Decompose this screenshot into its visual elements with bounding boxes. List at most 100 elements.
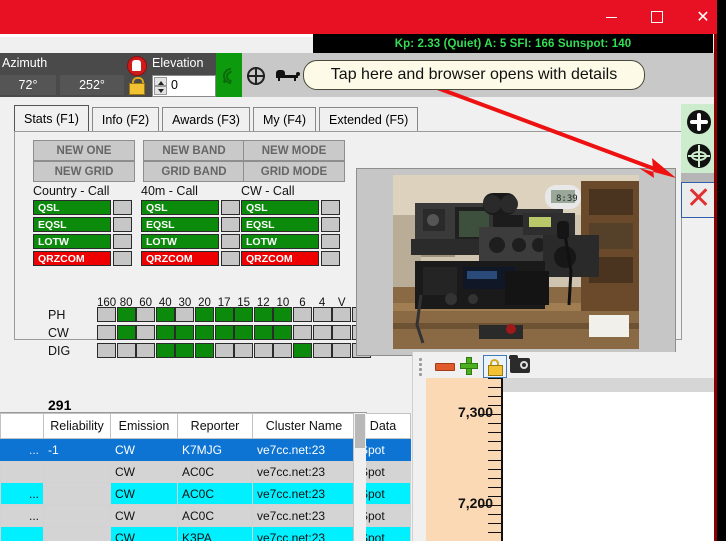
elevation-stepper[interactable]: 0 bbox=[152, 75, 216, 97]
award-bar[interactable]: QRZCOM bbox=[241, 251, 319, 266]
table-row[interactable]: ... -1 CW K7MJG ve7cc.net:23 Spot bbox=[0, 438, 411, 461]
col-header-reporter[interactable]: Reporter bbox=[177, 413, 253, 439]
award-row[interactable]: QSL bbox=[241, 200, 341, 215]
tab-awards[interactable]: Awards (F3) bbox=[162, 107, 250, 132]
award-bar[interactable]: LOTW bbox=[141, 234, 219, 249]
cell-reporter[interactable]: AC0C bbox=[177, 504, 253, 527]
band-mode-cell[interactable] bbox=[97, 343, 116, 358]
band-mode-cell[interactable] bbox=[116, 343, 136, 358]
award-row[interactable]: LOTW bbox=[33, 234, 133, 249]
new-one-button[interactable]: NEW ONE bbox=[33, 140, 135, 161]
band-mode-cell[interactable] bbox=[234, 325, 254, 340]
band-mode-cell[interactable] bbox=[253, 325, 273, 340]
band-mode-cell[interactable] bbox=[312, 343, 332, 358]
tab-stats[interactable]: Stats (F1) bbox=[14, 105, 89, 132]
award-bar[interactable]: QSL bbox=[33, 200, 111, 215]
table-scrollbar-thumb[interactable] bbox=[355, 414, 365, 448]
plus-icon[interactable] bbox=[460, 357, 478, 375]
band-mode-cell[interactable] bbox=[293, 307, 312, 322]
col-header-blank[interactable] bbox=[0, 413, 44, 439]
band-mode-cell[interactable] bbox=[332, 343, 352, 358]
delete-button[interactable]: ✕ bbox=[681, 182, 718, 218]
band-mode-cell[interactable] bbox=[116, 325, 136, 340]
award-bar[interactable]: EQSL bbox=[33, 217, 111, 232]
minimize-button[interactable] bbox=[588, 0, 634, 34]
maximize-button[interactable] bbox=[634, 0, 680, 34]
cell-reporter[interactable]: K7MJG bbox=[177, 438, 253, 461]
cell-reporter[interactable]: AC0C bbox=[177, 460, 253, 483]
award-square[interactable] bbox=[321, 217, 340, 232]
award-square[interactable] bbox=[113, 234, 132, 249]
station-photo-frame[interactable]: 8:39 bbox=[356, 168, 676, 356]
band-mode-cell[interactable] bbox=[273, 307, 293, 322]
band-mode-cell[interactable] bbox=[273, 325, 293, 340]
award-bar[interactable]: EQSL bbox=[141, 217, 219, 232]
tab-my[interactable]: My (F4) bbox=[252, 107, 317, 132]
award-square[interactable] bbox=[221, 217, 240, 232]
solar-data-strip[interactable]: Kp: 2.33 (Quiet) A: 5 SFI: 166 Sunspot: … bbox=[313, 34, 713, 53]
award-row[interactable]: QSL bbox=[141, 200, 241, 215]
col-header-emission[interactable]: Emission bbox=[110, 413, 178, 439]
band-mode-cell[interactable] bbox=[155, 325, 175, 340]
col-header-cluster[interactable]: Cluster Name bbox=[252, 413, 356, 439]
ham-radio-shack-photo[interactable]: 8:39 bbox=[393, 175, 639, 349]
band-mode-cell[interactable] bbox=[97, 325, 116, 340]
padlock-icon[interactable] bbox=[128, 77, 145, 95]
stepper-up-icon[interactable] bbox=[154, 77, 167, 86]
band-mode-cell[interactable] bbox=[273, 343, 293, 358]
cell-emission[interactable]: CW bbox=[110, 438, 178, 461]
band-mode-cell[interactable] bbox=[234, 307, 254, 322]
award-square[interactable] bbox=[113, 200, 132, 215]
award-row[interactable]: LOTW bbox=[241, 234, 341, 249]
cell-reliability[interactable] bbox=[43, 482, 111, 505]
band-mode-cell[interactable] bbox=[136, 325, 156, 340]
cell-reporter[interactable]: AC0C bbox=[177, 482, 253, 505]
azimuth-value-current[interactable]: 72° bbox=[0, 75, 56, 95]
lock-icon[interactable] bbox=[483, 355, 507, 378]
band-mode-cell[interactable] bbox=[155, 307, 175, 322]
cell-reliability[interactable] bbox=[43, 504, 111, 527]
band-mode-cell[interactable] bbox=[97, 307, 116, 322]
new-band-button[interactable]: NEW BAND bbox=[143, 140, 245, 161]
cell-reliability[interactable] bbox=[43, 460, 111, 483]
cell-reliability[interactable]: -1 bbox=[43, 438, 111, 461]
award-bar[interactable]: EQSL bbox=[241, 217, 319, 232]
award-square[interactable] bbox=[321, 251, 340, 266]
band-mode-cell[interactable] bbox=[234, 343, 254, 358]
band-mode-cell[interactable] bbox=[136, 307, 156, 322]
stop-hand-icon[interactable] bbox=[127, 56, 147, 76]
band-mode-cell[interactable] bbox=[116, 307, 136, 322]
award-square[interactable] bbox=[113, 251, 132, 266]
band-mode-cell[interactable] bbox=[175, 307, 195, 322]
award-bar[interactable]: LOTW bbox=[33, 234, 111, 249]
band-mode-cell[interactable] bbox=[312, 325, 332, 340]
award-row[interactable]: QSL bbox=[33, 200, 133, 215]
award-square[interactable] bbox=[221, 200, 240, 215]
globe-icon[interactable] bbox=[247, 67, 265, 85]
cell-cluster[interactable]: ve7cc.net:23 bbox=[252, 438, 356, 461]
award-bar[interactable]: LOTW bbox=[241, 234, 319, 249]
add-compass-button[interactable] bbox=[681, 104, 716, 139]
award-square[interactable] bbox=[113, 217, 132, 232]
open-browser-button[interactable] bbox=[681, 138, 716, 173]
band-mode-cell[interactable] bbox=[293, 343, 312, 358]
award-row[interactable]: EQSL bbox=[33, 217, 133, 232]
band-mode-cell[interactable] bbox=[332, 307, 352, 322]
stepper-down-icon[interactable] bbox=[154, 86, 167, 95]
band-mode-cell[interactable] bbox=[195, 307, 214, 322]
cell-reliability[interactable] bbox=[43, 526, 111, 541]
table-row[interactable]: ... CW AC0C ve7cc.net:23 Spot bbox=[0, 504, 411, 527]
toolbar-grip[interactable] bbox=[419, 358, 422, 376]
grid-band-button[interactable]: GRID BAND bbox=[143, 161, 245, 182]
cell-reporter[interactable]: K3PA bbox=[177, 526, 253, 541]
band-mode-cell[interactable] bbox=[214, 343, 234, 358]
cell-dots[interactable] bbox=[0, 460, 44, 483]
band-mode-cell[interactable] bbox=[195, 325, 214, 340]
award-square[interactable] bbox=[321, 234, 340, 249]
cell-emission[interactable]: CW bbox=[110, 526, 178, 541]
band-mode-cell[interactable] bbox=[312, 307, 332, 322]
cell-emission[interactable]: CW bbox=[110, 460, 178, 483]
cell-emission[interactable]: CW bbox=[110, 482, 178, 505]
band-mode-cell[interactable] bbox=[253, 343, 273, 358]
band-mode-cell[interactable] bbox=[293, 325, 312, 340]
